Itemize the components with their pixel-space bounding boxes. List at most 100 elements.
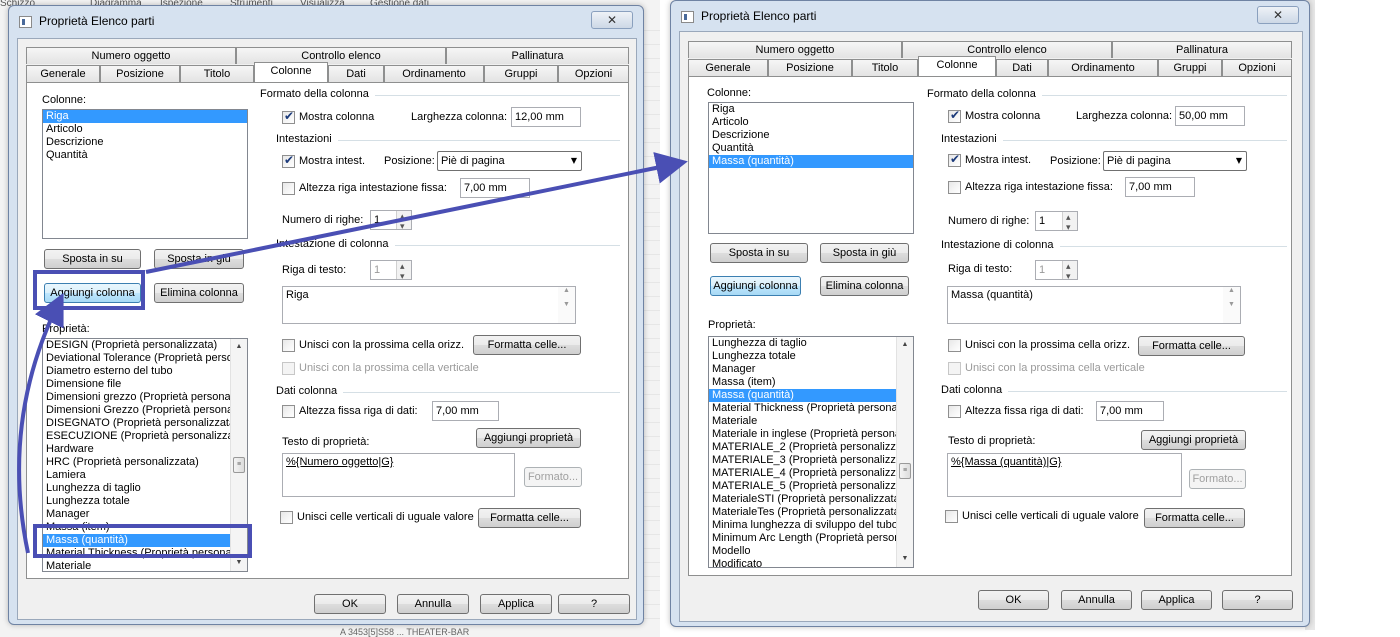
tab-opzioni[interactable]: Opzioni: [558, 65, 629, 82]
property-list-item[interactable]: Material Thickness (Proprietà personali: [709, 402, 913, 415]
column-list-item[interactable]: Quantità: [43, 149, 247, 162]
property-list-item[interactable]: Hardware: [43, 443, 247, 456]
property-list-item[interactable]: DESIGN (Proprietà personalizzata): [43, 339, 247, 352]
format-cells-data-button[interactable]: Formatta celle...: [1144, 508, 1245, 528]
property-list-item[interactable]: Massa (item): [709, 376, 913, 389]
cancel-button[interactable]: Annulla: [397, 594, 469, 614]
property-list-item[interactable]: Minimum Arc Length (Proprietà persona: [709, 532, 913, 545]
merge-equal-vertical-checkbox[interactable]: [280, 511, 293, 524]
tab-dati[interactable]: Dati: [328, 65, 384, 82]
column-list-item[interactable]: Descrizione: [709, 129, 913, 142]
properties-scrollbar[interactable]: ▲ ≡ ▼: [230, 339, 247, 571]
tab-ordinamento[interactable]: Ordinamento: [384, 65, 484, 82]
column-list-item[interactable]: Massa (quantità): [709, 155, 913, 168]
property-list-item[interactable]: Lunghezza di taglio: [43, 482, 247, 495]
property-list-item[interactable]: MATERIALE_3 (Proprietà personalizzat: [709, 454, 913, 467]
cancel-button[interactable]: Annulla: [1061, 590, 1132, 610]
ok-button[interactable]: OK: [314, 594, 386, 614]
add-property-button[interactable]: Aggiungi proprietà: [476, 428, 581, 448]
fixed-data-height-checkbox[interactable]: [948, 405, 961, 418]
format-button[interactable]: Formato...: [524, 467, 582, 487]
column-width-input[interactable]: 12,00 mm: [511, 107, 581, 127]
property-list-item[interactable]: MaterialeTes (Proprietà personalizzata): [709, 506, 913, 519]
apply-button[interactable]: Applica: [1141, 590, 1212, 610]
property-list-item[interactable]: Lunghezza totale: [709, 350, 913, 363]
property-list-item[interactable]: HRC (Proprietà personalizzata): [43, 456, 247, 469]
property-list-item[interactable]: Materiale: [709, 415, 913, 428]
merge-vertical-checkbox[interactable]: [282, 362, 295, 375]
move-up-button[interactable]: Sposta in su: [44, 249, 141, 269]
text-row-spinner[interactable]: 1: [370, 258, 412, 286]
properties-listbox[interactable]: Lunghezza di taglio Lunghezza totale Manag…: [708, 336, 914, 568]
property-list-item[interactable]: Modificato: [709, 558, 913, 567]
property-list-item[interactable]: Lamiera: [43, 469, 247, 482]
property-list-item[interactable]: MaterialeSTI (Proprietà personalizzata): [709, 493, 913, 506]
property-list-item[interactable]: Lunghezza di taglio: [709, 337, 913, 350]
fixed-data-height-input[interactable]: 7,00 mm: [1096, 401, 1164, 421]
property-list-item[interactable]: Dimensioni Grezzo (Proprietà personaliz: [43, 404, 247, 417]
spinner-arrows-icon[interactable]: [396, 208, 411, 236]
tab-generale[interactable]: Generale: [26, 65, 100, 82]
format-cells-header-button[interactable]: Formatta celle...: [1138, 336, 1245, 356]
fixed-header-height-input[interactable]: 7,00 mm: [1125, 177, 1195, 197]
show-column-checkbox[interactable]: [948, 108, 961, 123]
close-button[interactable]: ✕: [591, 11, 633, 29]
tab-ordinamento[interactable]: Ordinamento: [1048, 59, 1158, 76]
column-list-item[interactable]: Descrizione: [43, 136, 247, 149]
close-button[interactable]: ✕: [1257, 6, 1299, 24]
column-list-item[interactable]: Riga: [43, 110, 247, 123]
columns-listbox[interactable]: Riga Articolo Descrizione Quantità: [42, 109, 248, 239]
tab-opzioni[interactable]: Opzioni: [1222, 59, 1292, 76]
column-list-item[interactable]: Articolo: [43, 123, 247, 136]
tab-colonne[interactable]: Colonne: [918, 56, 996, 76]
format-cells-data-button[interactable]: Formatta celle...: [478, 508, 581, 528]
property-list-item[interactable]: Dimensione file: [43, 378, 247, 391]
add-column-button[interactable]: Aggiungi colonna: [44, 283, 141, 303]
property-list-item[interactable]: ESECUZIONE (Proprietà personalizzata: [43, 430, 247, 443]
property-list-item[interactable]: Lunghezza totale: [43, 495, 247, 508]
scroll-up-icon[interactable]: ▲: [897, 337, 913, 353]
property-list-item[interactable]: Massa (quantità): [43, 534, 247, 547]
merge-horizontal-checkbox[interactable]: [282, 339, 295, 352]
ok-button[interactable]: OK: [978, 590, 1049, 610]
scroll-down-icon[interactable]: ▼: [897, 551, 913, 567]
property-text-area[interactable]: %{Massa (quantità)|G}: [947, 453, 1182, 497]
merge-horizontal-checkbox[interactable]: [948, 339, 961, 352]
textarea-scrollbar[interactable]: ▲ ▼: [558, 287, 575, 323]
property-list-item[interactable]: Modello: [709, 545, 913, 558]
rows-count-spinner[interactable]: 1: [370, 208, 412, 236]
text-row-spinner[interactable]: 1: [1035, 258, 1078, 286]
property-list-item[interactable]: MATERIALE_5 (Proprietà personalizzat: [709, 480, 913, 493]
property-list-item[interactable]: Massa (quantità): [709, 389, 913, 402]
tab-generale[interactable]: Generale: [688, 59, 768, 76]
scroll-up-icon[interactable]: ▲: [231, 339, 247, 355]
move-down-button[interactable]: Sposta in giù: [154, 249, 244, 269]
merge-equal-vertical-checkbox[interactable]: [945, 510, 958, 523]
help-button[interactable]: ?: [1222, 590, 1293, 610]
property-list-item[interactable]: Massa (item): [43, 521, 247, 534]
header-text-area[interactable]: Riga ▲ ▼: [282, 286, 576, 324]
property-list-item[interactable]: Deviational Tolerance (Proprietà person: [43, 352, 247, 365]
merge-vertical-checkbox[interactable]: [948, 362, 961, 375]
apply-button[interactable]: Applica: [480, 594, 552, 614]
column-list-item[interactable]: Quantità: [709, 142, 913, 155]
delete-column-button[interactable]: Elimina colonna: [820, 276, 909, 296]
tab-gruppi[interactable]: Gruppi: [1158, 59, 1222, 76]
fixed-header-height-input[interactable]: 7,00 mm: [460, 178, 530, 198]
move-up-button[interactable]: Sposta in su: [710, 243, 808, 263]
show-column-checkbox[interactable]: [282, 109, 295, 124]
tab-titolo[interactable]: Titolo: [852, 59, 918, 76]
show-header-checkbox[interactable]: [282, 153, 295, 168]
delete-column-button[interactable]: Elimina colonna: [154, 283, 244, 303]
tab-posizione[interactable]: Posizione: [100, 65, 180, 82]
properties-scrollbar[interactable]: ▲ ≡ ▼: [896, 337, 913, 567]
tab-pallinatura[interactable]: Pallinatura: [1112, 41, 1292, 58]
tab-gruppi[interactable]: Gruppi: [484, 65, 558, 82]
column-list-item[interactable]: Riga: [709, 103, 913, 116]
tab-titolo[interactable]: Titolo: [180, 65, 254, 82]
scroll-thumb[interactable]: ≡: [899, 463, 911, 479]
columns-listbox[interactable]: Riga Articolo Descrizione Quantità Massa (qu…: [708, 102, 914, 234]
add-column-button[interactable]: Aggiungi colonna: [710, 276, 801, 296]
position-dropdown[interactable]: Piè di pagina ▼: [1103, 151, 1247, 171]
scroll-down-icon[interactable]: ▼: [231, 555, 247, 571]
